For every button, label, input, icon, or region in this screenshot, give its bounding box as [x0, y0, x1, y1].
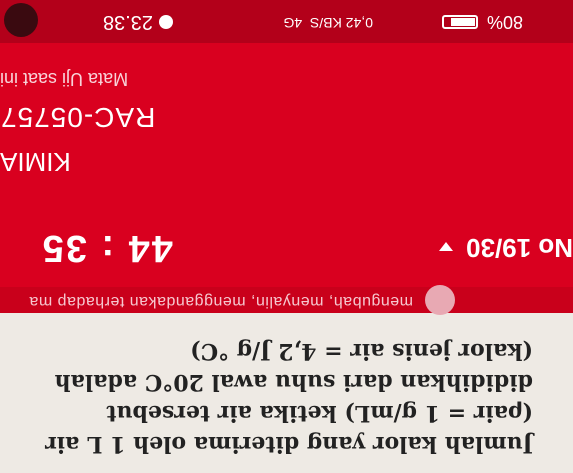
question-panel: Jumlah kalor yang diterima oleh 1 L air …	[0, 313, 573, 473]
exam-info: Mata Uji saat ini RAC-05757 KIMIA	[0, 63, 573, 203]
notification-icon	[159, 15, 173, 29]
warning-banner: mengubah, menyalin, menggandakan terhada…	[0, 285, 573, 315]
chevron-down-icon[interactable]	[439, 242, 453, 251]
subject-name: KIMIA	[0, 147, 71, 177]
exam-code: RAC-05757	[0, 102, 156, 133]
exam-nav: No 19/30 44 : 35	[0, 217, 573, 277]
question-number-select[interactable]: No 19/30	[466, 232, 573, 263]
signal-icon: 4G	[283, 15, 303, 31]
back-button[interactable]	[4, 3, 38, 37]
question-line: dididihkan dari suhu awal 20°C adalah	[54, 369, 533, 395]
network-icons: 0,42 KB/S 4G	[283, 15, 373, 31]
current-subject-caption: Mata Uji saat ini	[0, 69, 129, 89]
question-line: (ρair = 1 g/mL) ketika air tersebut	[106, 400, 533, 426]
network-speed: 0,42 KB/S	[309, 15, 373, 31]
question-text: Jumlah kalor yang diterima oleh 1 L air …	[13, 335, 533, 459]
exam-screen: Jumlah kalor yang diterima oleh 1 L air …	[0, 0, 573, 473]
countdown-timer: 44 : 35	[40, 227, 173, 269]
question-line: (kalor jenis air = 4,2 J/g °C)	[190, 338, 533, 364]
battery-percent: 80%	[486, 12, 523, 32]
battery-icon	[442, 15, 478, 29]
battery-fill	[451, 18, 475, 26]
status-bar: 23.38 0,42 KB/S 4G 80%	[0, 0, 573, 43]
question-line: Jumlah kalor yang diterima oleh 1 L air	[45, 431, 533, 457]
banner-text: mengubah, menyalin, menggandakan terhada…	[28, 293, 413, 310]
status-time: 23.38	[102, 11, 153, 33]
avatar	[425, 285, 455, 315]
